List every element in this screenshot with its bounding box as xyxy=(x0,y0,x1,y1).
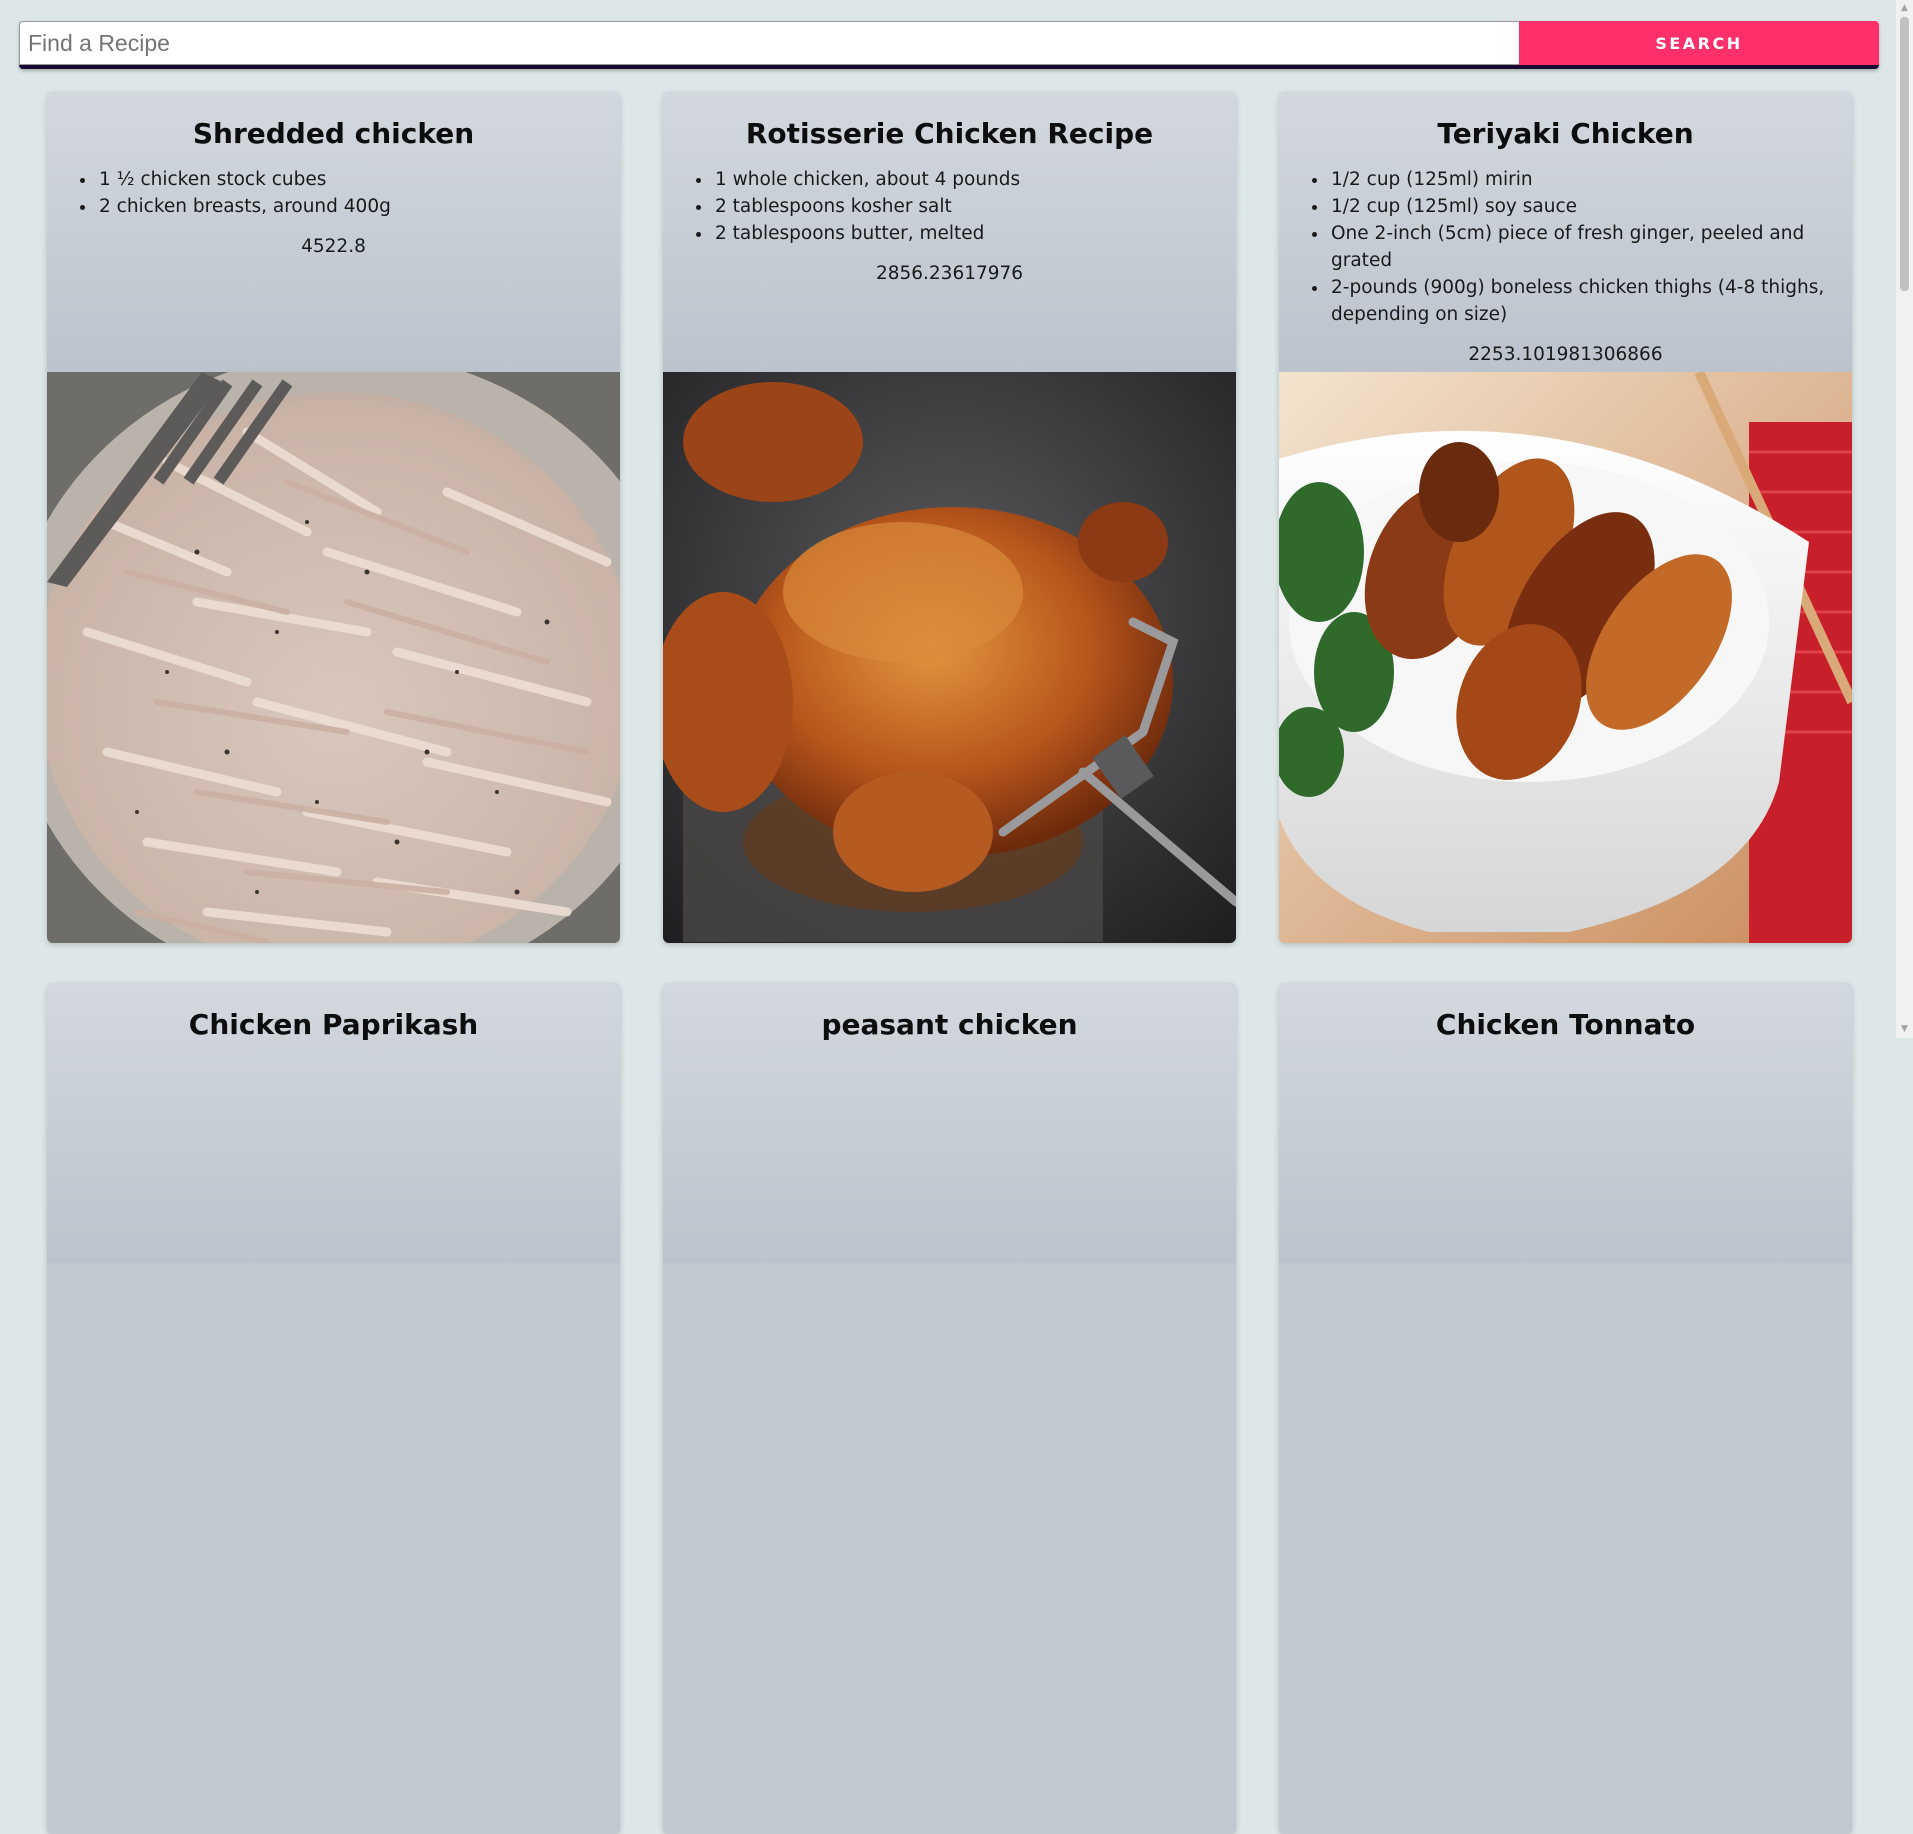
recipe-card: Chicken Paprikash xyxy=(47,983,620,1834)
recipe-title: Chicken Paprikash xyxy=(188,1008,479,1041)
ingredient-item: 1/2 cup (125ml) soy sauce xyxy=(1329,193,1852,220)
recipe-info: peasant chicken xyxy=(663,983,1236,1263)
recipe-info: Chicken Paprikash xyxy=(47,983,620,1263)
recipe-calories: 2253.101981306866 xyxy=(1468,344,1663,365)
recipe-calories: 4522.8 xyxy=(301,236,366,257)
ingredient-list: 1 ½ chicken stock cubes 2 chicken breast… xyxy=(47,166,620,220)
teriyaki-chicken-photo xyxy=(1279,369,1852,943)
ingredient-item: 2-pounds (900g) boneless chicken thighs … xyxy=(1329,274,1852,328)
ingredient-item: 2 tablespoons butter, melted xyxy=(713,220,1236,247)
recipe-title: Shredded chicken xyxy=(192,117,475,150)
recipe-calories: 2856.23617976 xyxy=(875,263,1024,284)
shredded-chicken-photo xyxy=(47,352,620,943)
ingredient-item: 1 ½ chicken stock cubes xyxy=(97,166,620,193)
recipe-title: Rotisserie Chicken Recipe xyxy=(745,117,1154,150)
recipe-title: peasant chicken xyxy=(821,1008,1078,1041)
ingredient-item: 2 tablespoons kosher salt xyxy=(713,193,1236,220)
recipe-image xyxy=(663,372,1236,943)
recipe-info: Shredded chicken 1 ½ chicken stock cubes… xyxy=(47,92,620,372)
recipe-info: Teriyaki Chicken 1/2 cup (125ml) mirin 1… xyxy=(1279,92,1852,372)
rotisserie-chicken-photo xyxy=(663,372,1236,943)
recipe-image xyxy=(1279,369,1852,943)
vertical-scrollbar[interactable]: ▲ ▼ xyxy=(1896,0,1913,1038)
ingredient-item: 1/2 cup (125ml) mirin xyxy=(1329,166,1852,193)
recipe-info: Chicken Tonnato xyxy=(1279,983,1852,1263)
ingredient-list: 1 whole chicken, about 4 pounds 2 tables… xyxy=(663,166,1236,247)
scrollbar-thumb[interactable] xyxy=(1900,17,1909,291)
recipe-card: Shredded chicken 1 ½ chicken stock cubes… xyxy=(47,92,620,943)
scroll-up-arrow-icon[interactable]: ▲ xyxy=(1896,0,1913,17)
recipe-grid: Shredded chicken 1 ½ chicken stock cubes… xyxy=(0,0,1913,1834)
ingredient-list: 1/2 cup (125ml) mirin 1/2 cup (125ml) so… xyxy=(1279,166,1852,328)
recipe-card: peasant chicken xyxy=(663,983,1236,1834)
ingredient-item: 1 whole chicken, about 4 pounds xyxy=(713,166,1236,193)
recipe-card: Teriyaki Chicken 1/2 cup (125ml) mirin 1… xyxy=(1279,92,1852,943)
scroll-down-arrow-icon[interactable]: ▼ xyxy=(1896,1021,1913,1038)
recipe-info: Rotisserie Chicken Recipe 1 whole chicke… xyxy=(663,92,1236,372)
recipe-image xyxy=(47,352,620,943)
recipe-card: Chicken Tonnato xyxy=(1279,983,1852,1834)
recipe-title: Teriyaki Chicken xyxy=(1437,117,1694,150)
recipe-title: Chicken Tonnato xyxy=(1435,1008,1696,1041)
recipe-card: Rotisserie Chicken Recipe 1 whole chicke… xyxy=(663,92,1236,943)
ingredient-item: One 2-inch (5cm) piece of fresh ginger, … xyxy=(1329,220,1852,274)
ingredient-item: 2 chicken breasts, around 400g xyxy=(97,193,620,220)
